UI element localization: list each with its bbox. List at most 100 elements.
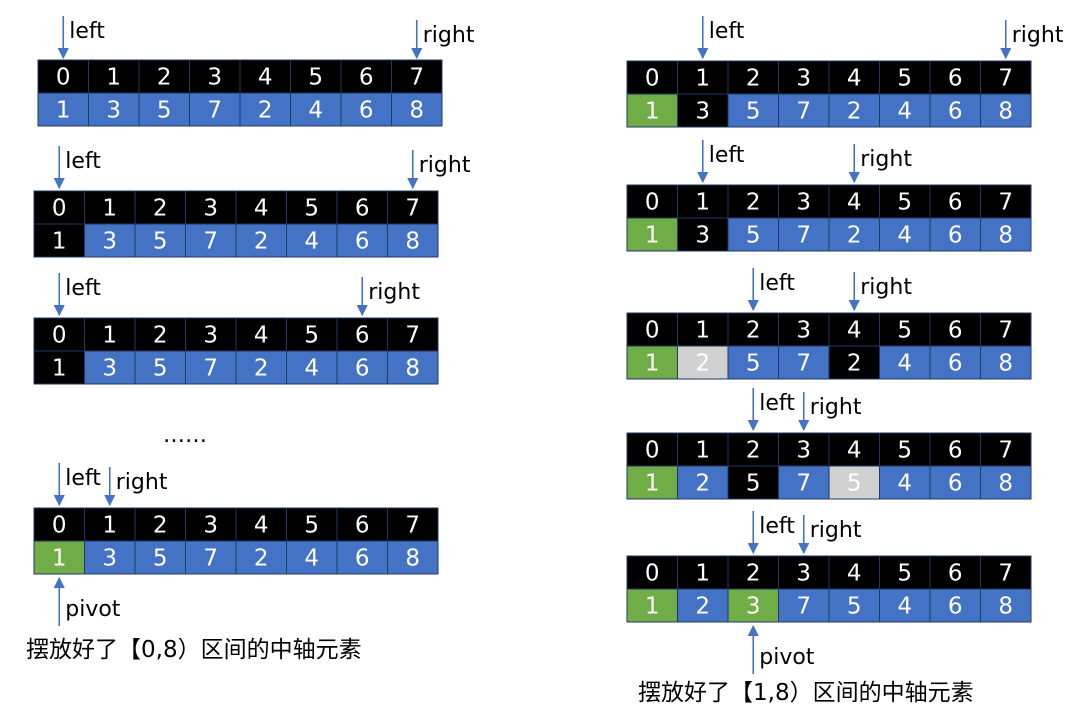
index-label: 4 (847, 190, 862, 216)
value-label: 5 (847, 471, 862, 497)
value-label: 5 (746, 99, 761, 125)
left-label: left (759, 271, 795, 296)
value-label: 3 (102, 546, 117, 572)
value-label: 1 (52, 229, 67, 255)
index-label: 7 (998, 318, 1013, 344)
value-label: 1 (645, 351, 660, 377)
index-label: 4 (847, 318, 862, 344)
ellipsis-text: …… (163, 423, 207, 448)
index-label: 0 (645, 438, 660, 464)
array-block-r2: 0 1 2 3 4 5 6 7 1 3 5 7 2 4 6 8 left right (626, 140, 1032, 252)
value-label: 3 (102, 229, 117, 255)
index-label: 2 (157, 65, 172, 91)
value-label: 2 (254, 546, 269, 572)
caption-right: 摆放好了【1,8）区间的中轴元素 (638, 680, 974, 706)
index-label: 0 (52, 196, 67, 222)
index-label: 1 (695, 561, 710, 587)
value-label: 5 (153, 356, 168, 382)
value-label: 1 (52, 356, 67, 382)
index-label: 1 (695, 190, 710, 216)
value-label: 8 (998, 223, 1013, 249)
value-label: 2 (695, 351, 710, 377)
left-label: left (69, 19, 105, 44)
index-label: 2 (746, 66, 761, 92)
index-label: 3 (203, 196, 218, 222)
caption-left: 摆放好了【0,8）区间的中轴元素 (26, 637, 362, 663)
right-label: right (860, 275, 912, 300)
quicksort-diagram: 0 1 2 3 4 5 6 7 1 3 5 7 2 4 6 8 left right 0 1 2 3 4 5 6 7 1 3 5 7 2 4 6… (26, 16, 1064, 706)
value-label: 8 (409, 98, 424, 124)
value-label: 3 (695, 223, 710, 249)
value-label: 4 (304, 229, 319, 255)
value-label: 1 (645, 471, 660, 497)
value-label: 1 (52, 546, 67, 572)
value-label: 6 (948, 223, 963, 249)
value-label: 1 (56, 98, 71, 124)
left-label: left (65, 466, 101, 491)
index-label: 2 (746, 318, 761, 344)
index-label: 2 (153, 323, 168, 349)
index-label: 4 (847, 66, 862, 92)
pivot-label: pivot (759, 645, 815, 670)
value-label: 2 (695, 471, 710, 497)
array-block-r5: 0 1 2 3 4 5 6 7 1 2 3 7 5 4 6 8 left right pivot (626, 511, 1032, 674)
value-label: 8 (998, 351, 1013, 377)
array-block-l3: 0 1 2 3 4 5 6 7 1 3 5 7 2 4 6 8 left right (33, 273, 439, 385)
value-label: 2 (254, 356, 269, 382)
value-label: 5 (746, 223, 761, 249)
index-label: 6 (355, 196, 370, 222)
index-label: 6 (355, 513, 370, 539)
index-label: 1 (695, 318, 710, 344)
left-label: left (759, 514, 795, 539)
index-label: 0 (645, 66, 660, 92)
array-block-l2: 0 1 2 3 4 5 6 7 1 3 5 7 2 4 6 8 left right (33, 146, 471, 258)
value-label: 4 (897, 223, 912, 249)
index-label: 0 (645, 318, 660, 344)
value-label: 6 (359, 98, 374, 124)
index-label: 5 (304, 513, 319, 539)
index-label: 5 (308, 65, 323, 91)
index-label: 5 (897, 190, 912, 216)
index-label: 3 (203, 323, 218, 349)
value-label: 8 (998, 471, 1013, 497)
array-block-l1: 0 1 2 3 4 5 6 7 1 3 5 7 2 4 6 8 left right (37, 16, 475, 127)
index-label: 4 (254, 323, 269, 349)
value-label: 2 (847, 99, 862, 125)
value-label: 5 (746, 471, 761, 497)
right-label: right (1012, 23, 1064, 48)
value-label: 6 (948, 99, 963, 125)
value-label: 7 (796, 471, 811, 497)
value-label: 2 (847, 223, 862, 249)
array-block-l4: 0 1 2 3 4 5 6 7 1 3 5 7 2 4 6 8 left right pivot (33, 463, 439, 626)
index-label: 3 (796, 190, 811, 216)
index-label: 3 (796, 438, 811, 464)
value-label: 8 (405, 356, 420, 382)
value-label: 4 (304, 546, 319, 572)
index-label: 1 (106, 65, 121, 91)
index-label: 6 (359, 65, 374, 91)
value-label: 7 (203, 356, 218, 382)
index-label: 4 (254, 513, 269, 539)
value-label: 6 (355, 229, 370, 255)
index-label: 4 (254, 196, 269, 222)
index-label: 3 (203, 513, 218, 539)
index-label: 3 (207, 65, 222, 91)
index-label: 3 (796, 318, 811, 344)
left-label: left (65, 276, 101, 301)
pivot-label: pivot (65, 597, 121, 622)
index-label: 5 (897, 66, 912, 92)
value-label: 3 (746, 594, 761, 620)
index-label: 4 (258, 65, 273, 91)
index-label: 2 (153, 513, 168, 539)
index-label: 7 (405, 196, 420, 222)
right-label: right (810, 395, 862, 420)
index-label: 7 (405, 323, 420, 349)
index-label: 7 (998, 190, 1013, 216)
index-label: 1 (695, 438, 710, 464)
value-label: 7 (203, 546, 218, 572)
index-label: 0 (52, 323, 67, 349)
value-label: 5 (847, 594, 862, 620)
value-label: 4 (897, 471, 912, 497)
value-label: 4 (897, 594, 912, 620)
value-label: 5 (153, 229, 168, 255)
